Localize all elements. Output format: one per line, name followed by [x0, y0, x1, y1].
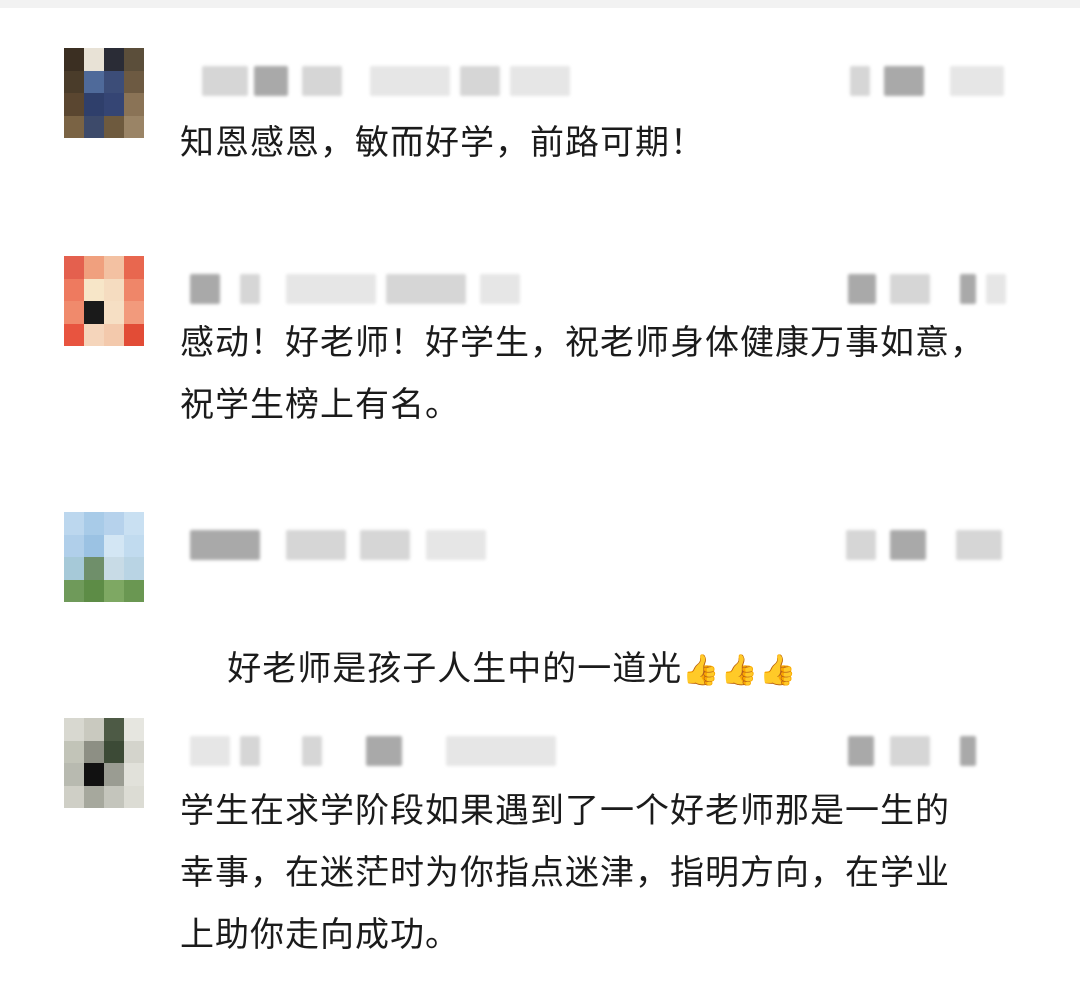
comment-body: 好老师是孩子人生中的一道光: [227, 649, 683, 689]
avatar[interactable]: [64, 512, 144, 602]
thumbs-up-icon: 👍👍👍: [682, 653, 798, 688]
avatar[interactable]: [64, 718, 144, 808]
comment-item: 感动！好老师！好学生，祝老师身体健康万事如意，祝学生榜上有名。: [0, 256, 1080, 456]
avatar[interactable]: [64, 48, 144, 138]
comment-text: 感动！好老师！好学生，祝老师身体健康万事如意，祝学生榜上有名。: [180, 323, 985, 425]
comment-meta-redacted: [190, 736, 1010, 766]
top-divider: [0, 0, 1080, 8]
comment-item: 知恩感恩，敏而好学，前路可期！: [0, 48, 1080, 198]
comment-meta-redacted: [190, 530, 1010, 560]
comment-text: 学生在求学阶段如果遇到了一个好老师那是一生的幸事，在迷茫时为你指点迷津，指明方向…: [180, 791, 950, 955]
comment-item: 学生在求学阶段如果遇到了一个好老师那是一生的幸事，在迷茫时为你指点迷津，指明方向…: [0, 718, 1080, 978]
comment-item: 好老师是孩子人生中的一道光👍👍👍: [0, 512, 1080, 689]
comment-meta-redacted: [190, 66, 1010, 96]
comment-text: 知恩感恩，敏而好学，前路可期！: [180, 123, 705, 163]
comment-meta-redacted: [190, 274, 1010, 304]
avatar[interactable]: [64, 256, 144, 346]
